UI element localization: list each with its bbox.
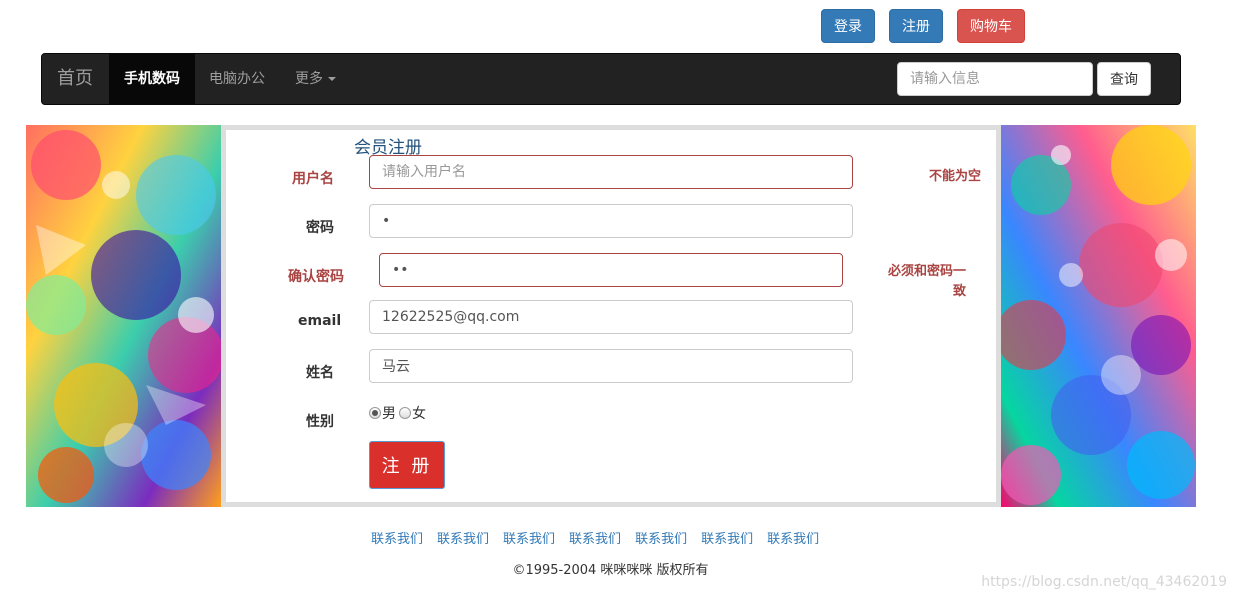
footer-link-contact[interactable]: 联系我们 [635,528,687,547]
name-label: 姓名 [306,365,334,381]
name-input[interactable] [369,349,853,383]
username-input[interactable] [369,155,853,189]
confirm-password-input[interactable] [379,253,843,287]
caret-down-icon [328,77,336,81]
cart-button[interactable]: 购物车 [957,9,1025,43]
search-button[interactable]: 查询 [1097,62,1151,96]
right-decorative-banner [1001,125,1196,507]
password-input[interactable] [369,204,853,238]
submit-register-button[interactable]: 注 册 [369,441,445,489]
watermark: https://blog.csdn.net/qq_43462019 [981,574,1227,590]
left-decorative-banner [26,125,221,507]
nav-item-computer-office[interactable]: 电脑办公 [209,54,265,104]
nav-item-more-dropdown[interactable]: 更多 [295,54,336,104]
footer-link-contact[interactable]: 联系我们 [371,528,423,547]
register-button[interactable]: 注册 [889,9,943,43]
gender-male-label: 男 [382,406,396,422]
gender-female-radio[interactable] [399,407,411,419]
footer-link-contact[interactable]: 联系我们 [701,528,753,547]
navbar: 首页 手机数码 电脑办公 更多 查询 [41,53,1181,105]
search-input[interactable] [897,62,1093,96]
email-input[interactable] [369,300,853,334]
footer-link-contact[interactable]: 联系我们 [437,528,489,547]
email-label: email [298,313,342,329]
confirm-password-label: 确认密码 [288,269,344,285]
username-label: 用户名 [292,171,334,187]
nav-more-label: 更多 [295,71,323,87]
registration-form-panel: 会员注册 用户名 不能为空 密码 确认密码 必须和密码一致 email 姓名 性… [221,125,1001,507]
gender-label: 性别 [306,414,334,430]
footer-link-contact[interactable]: 联系我们 [503,528,555,547]
gender-female-label: 女 [412,406,426,422]
navbar-brand-home[interactable]: 首页 [57,54,93,104]
username-hint: 不能为空 [928,169,981,184]
gender-radio-group: 男 女 [369,403,426,423]
gender-male-radio[interactable] [369,407,381,419]
footer-links: 联系我们 联系我们 联系我们 联系我们 联系我们 联系我们 联系我们 [371,528,833,547]
confirm-password-hint: 必须和密码一致 [887,264,966,299]
login-button[interactable]: 登录 [821,9,875,43]
copyright-label: ©1995-2004 咪咪咪咪 版权所有 [512,563,709,578]
nav-item-phone-digital[interactable]: 手机数码 [109,54,195,104]
password-label: 密码 [306,220,334,236]
footer-link-contact[interactable]: 联系我们 [767,528,819,547]
footer-link-contact[interactable]: 联系我们 [569,528,621,547]
